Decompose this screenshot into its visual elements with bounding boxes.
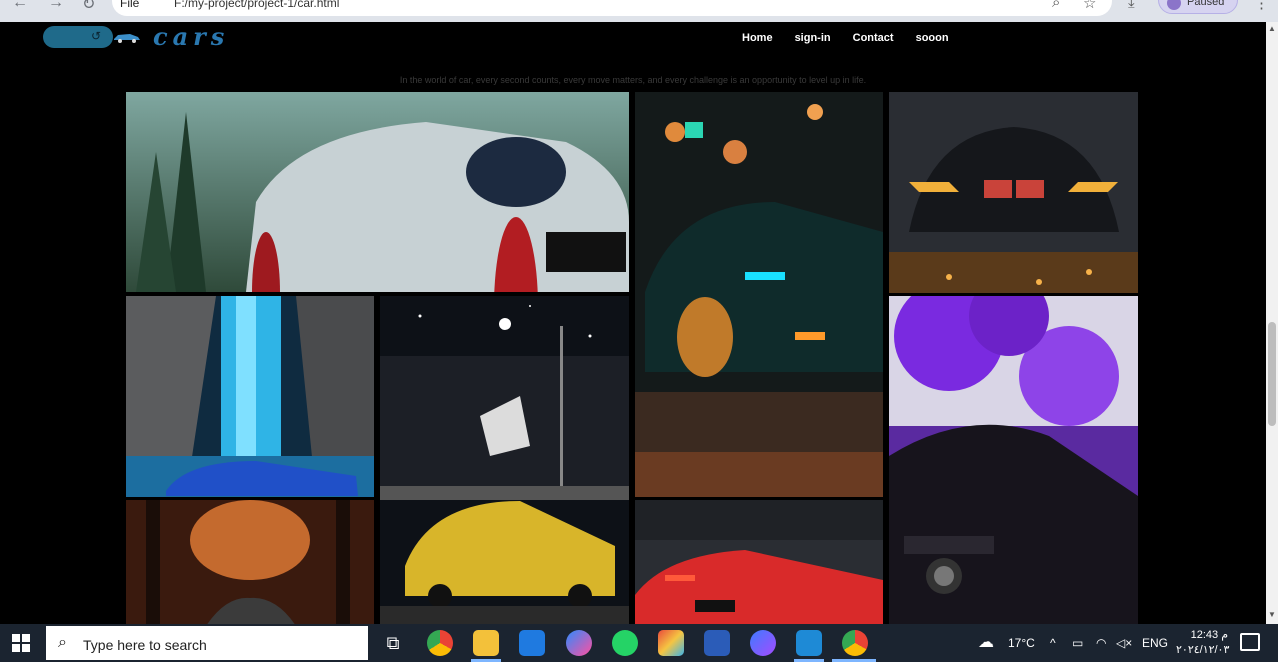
gallery-image-porsche[interactable] — [126, 92, 629, 292]
taskbar-search[interactable]: ⌕ Type here to search — [46, 626, 368, 660]
notification-icon[interactable] — [1240, 633, 1260, 651]
download-icon[interactable]: ⤓ — [1128, 0, 1135, 11]
nav-contact[interactable]: Contact — [853, 32, 894, 44]
nav-sooon[interactable]: sooon — [916, 32, 949, 44]
page-scrollbar[interactable]: ▲ ▼ — [1266, 22, 1278, 624]
gallery-image-bmw[interactable] — [889, 92, 1138, 293]
search-placeholder: Type here to search — [83, 637, 207, 653]
top-nav: Home sign-in Contact sooon — [742, 32, 949, 44]
search-icon[interactable]: ⌕ — [1052, 0, 1060, 11]
logo-text[interactable]: cars — [153, 22, 229, 51]
gallery-image-autumn-forest[interactable] — [126, 500, 374, 624]
page-viewport: ↺ cars Home sign-in Contact sooon In the… — [0, 22, 1266, 624]
profile-label: Paused — [1187, 0, 1225, 8]
logo-car-icon — [114, 34, 140, 43]
file-chip[interactable]: File — [120, 0, 139, 10]
messenger-icon[interactable] — [566, 630, 592, 656]
tagline: In the world of car, every second counts… — [399, 75, 867, 85]
battery-icon[interactable]: ▭ — [1072, 636, 1083, 650]
weather-icon[interactable]: ☁ — [978, 632, 994, 652]
scroll-down-icon[interactable]: ▼ — [1268, 610, 1276, 619]
forward-icon[interactable]: → — [48, 0, 64, 12]
windows-start-icon[interactable] — [12, 634, 30, 652]
logo-pill[interactable]: ↺ — [43, 26, 113, 48]
file-explorer-icon[interactable] — [473, 630, 499, 656]
gallery-image-waterfall[interactable] — [126, 296, 374, 497]
profile-button[interactable]: Paused — [1158, 0, 1238, 14]
chrome-icon[interactable] — [427, 630, 453, 656]
chevron-up-icon[interactable]: ^ — [1050, 636, 1056, 650]
scroll-up-icon[interactable]: ▲ — [1268, 24, 1276, 33]
search-icon: ⌕ — [58, 634, 67, 651]
gallery-image-mercedes[interactable] — [889, 296, 1138, 624]
volume-icon[interactable]: ◁× — [1116, 636, 1132, 650]
browser-toolbar: ← → ↻ File F:/my-project/project-1/car.h… — [0, 0, 1278, 22]
screen: ← → ↻ File F:/my-project/project-1/car.h… — [0, 0, 1278, 662]
paint-icon[interactable] — [658, 630, 684, 656]
address-bar[interactable]: File F:/my-project/project-1/car.html — [112, 0, 1112, 16]
taskbar: ⌕ Type here to search ⧉ ☁ 17°C ^ ▭ ◠ ◁× … — [0, 624, 1278, 662]
system-clock[interactable]: 12:43 م ٢٠٢٤/١٢/٠٣ — [1176, 628, 1230, 658]
task-view-icon[interactable]: ⧉ — [380, 630, 406, 656]
avatar — [1167, 0, 1181, 10]
whatsapp-icon[interactable] — [612, 630, 638, 656]
language-indicator[interactable]: ENG — [1142, 636, 1168, 650]
scrollbar-thumb[interactable] — [1268, 322, 1276, 426]
back-icon[interactable]: ← — [12, 0, 28, 12]
nav-sign-in[interactable]: sign-in — [795, 32, 831, 44]
gallery-image-audi[interactable] — [635, 500, 883, 624]
chrome-profile-icon[interactable] — [842, 630, 868, 656]
microsoft-store-icon[interactable] — [519, 630, 545, 656]
wifi-icon[interactable]: ◠ — [1096, 636, 1106, 650]
reload-icon[interactable]: ↻ — [82, 0, 95, 14]
menu-icon[interactable]: ⋮ — [1254, 0, 1269, 12]
nav-home[interactable]: Home — [742, 32, 773, 44]
clock-date: ٢٠٢٤/١٢/٠٣ — [1176, 644, 1230, 656]
word-icon[interactable] — [704, 630, 730, 656]
copilot-icon[interactable] — [750, 630, 776, 656]
gallery-image-muscle-car[interactable] — [635, 92, 883, 497]
logo-swirl-icon: ↺ — [91, 29, 102, 43]
clock-time: 12:43 م — [1190, 629, 1228, 641]
weather-temp[interactable]: 17°C — [1008, 636, 1035, 650]
gallery-image-mazda[interactable] — [380, 296, 629, 624]
url-text[interactable]: F:/my-project/project-1/car.html — [174, 0, 339, 10]
star-icon[interactable]: ☆ — [1083, 0, 1096, 12]
vscode-icon[interactable] — [796, 630, 822, 656]
